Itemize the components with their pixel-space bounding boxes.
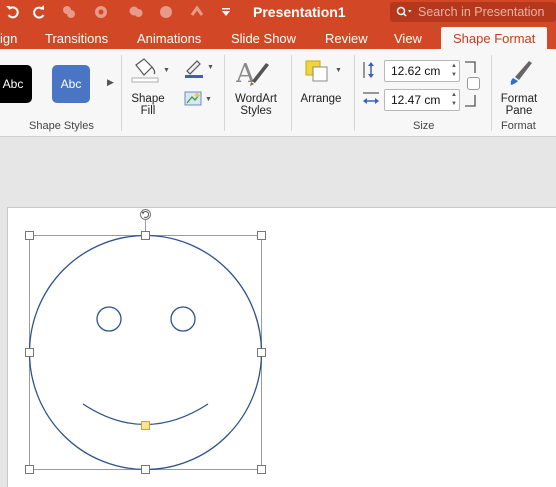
selection-box — [29, 235, 262, 470]
smiley-right-eye — [170, 306, 196, 332]
smile-adjustment-handle[interactable] — [141, 421, 150, 430]
rotate-handle-icon[interactable] — [140, 209, 151, 220]
resize-handle-bottom-left[interactable] — [25, 465, 34, 474]
selected-shape[interactable] — [0, 0, 556, 487]
resize-handle-right[interactable] — [257, 348, 266, 357]
smiley-left-eye — [96, 306, 122, 332]
resize-handle-bottom-right[interactable] — [257, 465, 266, 474]
resize-handle-left[interactable] — [25, 348, 34, 357]
resize-handle-top[interactable] — [141, 231, 150, 240]
resize-handle-bottom[interactable] — [141, 465, 150, 474]
smiley-face-outline — [28, 234, 263, 471]
resize-handle-top-right[interactable] — [257, 231, 266, 240]
resize-handle-top-left[interactable] — [25, 231, 34, 240]
